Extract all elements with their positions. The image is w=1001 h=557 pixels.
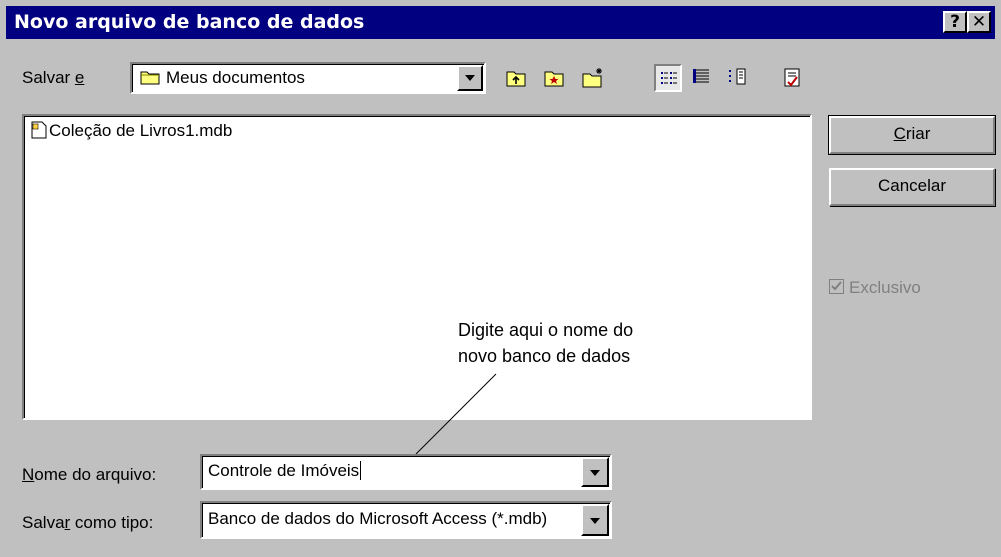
- exclusive-checkbox: Exclusivo: [829, 278, 921, 298]
- create-button[interactable]: Criar: [828, 115, 996, 155]
- create-new-folder-button[interactable]: [578, 64, 606, 92]
- list-view-button[interactable]: [654, 64, 682, 92]
- up-one-level-button[interactable]: [502, 64, 530, 92]
- file-name: Coleção de Livros1.mdb: [49, 121, 233, 140]
- properties-view-icon: [729, 68, 746, 85]
- up-one-level-icon: [506, 71, 526, 87]
- filetype-label: Salvar como tipo:: [22, 513, 154, 532]
- filename-dropdown-button[interactable]: [581, 457, 609, 487]
- chevron-down-icon: [465, 75, 475, 81]
- save-in-combo[interactable]: Meus documentos: [130, 62, 486, 94]
- folder-icon: [140, 71, 160, 85]
- checkbox-box: [829, 279, 844, 294]
- file-list[interactable]: Coleção de Livros1.mdb: [22, 114, 812, 420]
- callout-annotation: Digite aqui o nome do novo banco de dado…: [458, 317, 633, 369]
- save-in-label: Salvar e: [22, 68, 85, 87]
- callout-line-2: novo banco de dados: [458, 346, 631, 366]
- checkmark-icon: [831, 281, 842, 291]
- look-in-favorites-icon: [544, 71, 564, 87]
- window-title: Novo arquivo de banco de dados: [14, 11, 365, 33]
- new-database-dialog: Novo arquivo de banco de dados ? ✕ Salva…: [0, 0, 1001, 557]
- look-in-favorites-button[interactable]: [540, 64, 568, 92]
- callout-line-1: Digite aqui o nome do: [458, 320, 634, 340]
- filename-input[interactable]: Controle de Imóveis: [208, 461, 362, 481]
- chevron-down-icon: [590, 470, 600, 476]
- chevron-down-icon: [590, 518, 600, 524]
- title-bar: Novo arquivo de banco de dados ? ✕: [6, 6, 995, 39]
- filetype-value: Banco de dados do Microsoft Access (*.md…: [208, 509, 548, 528]
- properties-view-button[interactable]: [724, 64, 752, 92]
- details-view-icon: [693, 69, 709, 83]
- list-item[interactable]: Coleção de Livros1.mdb: [30, 121, 232, 141]
- commands-button[interactable]: [778, 64, 806, 92]
- help-button[interactable]: ?: [943, 11, 967, 33]
- list-view-icon: [661, 72, 677, 84]
- create-new-folder-icon: [582, 68, 602, 88]
- save-in-dropdown-button[interactable]: [457, 65, 483, 91]
- filetype-combo[interactable]: Banco de dados do Microsoft Access (*.md…: [200, 501, 612, 539]
- cancel-button[interactable]: Cancelar: [829, 168, 995, 206]
- commands-icon: [784, 68, 800, 87]
- exclusive-label: Exclusivo: [849, 278, 921, 297]
- save-in-value: Meus documentos: [166, 68, 305, 87]
- close-button[interactable]: ✕: [967, 11, 991, 33]
- filename-combo[interactable]: Controle de Imóveis: [200, 454, 612, 490]
- filename-label: Nome do arquivo:: [22, 465, 157, 484]
- access-database-icon: [31, 121, 47, 139]
- details-view-button[interactable]: [688, 64, 716, 92]
- filetype-dropdown-button[interactable]: [581, 504, 609, 536]
